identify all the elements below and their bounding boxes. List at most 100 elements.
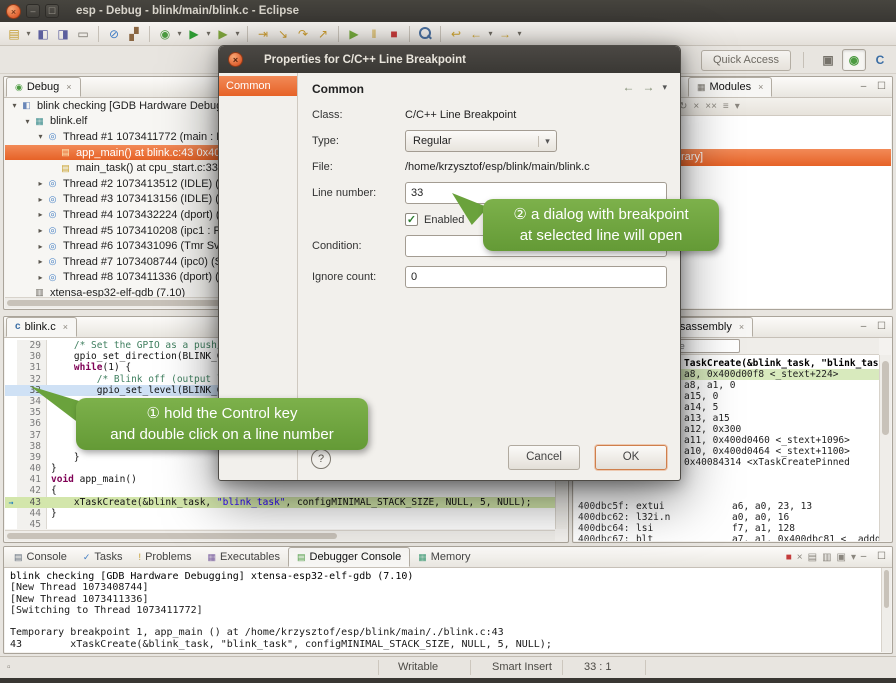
print-icon[interactable]: ▭ [73, 24, 93, 44]
line-number[interactable]: 41 [17, 474, 47, 485]
dropdown-arrow-icon[interactable]: ▾ [233, 29, 242, 38]
scrollbar-thumb[interactable] [882, 361, 889, 435]
minimize-view-icon[interactable]: – [856, 550, 871, 565]
save-all-icon[interactable]: ◨ [53, 24, 73, 44]
close-tab-icon[interactable]: × [758, 82, 763, 92]
debug-icon[interactable]: ◉ [155, 24, 175, 44]
scroll-lock-icon[interactable]: ▥ [822, 550, 831, 565]
step-return-icon[interactable]: ↗ [313, 24, 333, 44]
dropdown-arrow-icon[interactable]: ▾ [486, 29, 495, 38]
suspend-icon[interactable]: ‖ [364, 24, 384, 44]
build-icon[interactable]: ▞ [124, 24, 144, 44]
line-number[interactable]: 45 [17, 519, 47, 529]
cpp-perspective-icon[interactable]: C [868, 49, 892, 71]
window-close-icon[interactable]: × [6, 4, 21, 19]
tree-expander-icon[interactable]: ▸ [35, 210, 46, 219]
remove-all-icon[interactable]: ×× [705, 101, 717, 112]
cancel-button[interactable]: Cancel [508, 445, 580, 470]
terminate-icon[interactable]: ■ [384, 24, 404, 44]
terminate-icon[interactable]: ■ [786, 550, 792, 565]
back-icon[interactable]: ← [466, 24, 486, 44]
type-select[interactable]: Regular ▾ [405, 130, 557, 152]
line-number[interactable]: 42 [17, 485, 47, 496]
line-number[interactable]: 43 [17, 497, 47, 508]
line-number[interactable]: 30 [17, 351, 47, 362]
tree-expander-icon[interactable]: ▸ [35, 242, 46, 251]
checkbox-checked-icon[interactable]: ✓ [405, 213, 418, 226]
sidebar-item-common[interactable]: Common [219, 76, 297, 96]
external-tools-icon[interactable]: ▶ [213, 24, 233, 44]
close-tab-icon[interactable]: × [739, 322, 744, 332]
layout-icon[interactable]: ≡ [723, 101, 729, 112]
open-perspective-icon[interactable]: ▣ [816, 49, 840, 71]
tree-expander-icon[interactable]: ▸ [35, 257, 46, 266]
tab-debugger-console[interactable]: ▤Debugger Console [288, 547, 410, 567]
tree-expander-icon[interactable]: ▸ [35, 179, 46, 188]
remove-icon[interactable]: × [693, 101, 699, 112]
tab-executables[interactable]: ▦Executables [200, 547, 288, 567]
window-maximize-icon[interactable]: ☐ [45, 4, 59, 18]
view-menu-icon[interactable]: ▾ [735, 101, 740, 112]
view-menu-icon[interactable]: ▾ [662, 82, 667, 93]
back-icon[interactable]: ← [622, 80, 634, 94]
help-button[interactable]: ? [311, 449, 331, 469]
pin-console-icon[interactable]: ▣ [837, 550, 846, 565]
line-number[interactable]: 38 [17, 441, 47, 452]
dialog-close-icon[interactable]: × [228, 52, 243, 67]
tree-expander-icon[interactable]: ▾ [9, 101, 20, 110]
maximize-view-icon[interactable]: ☐ [874, 550, 889, 565]
close-tab-icon[interactable]: × [63, 322, 68, 332]
editor-horizontal-scrollbar[interactable] [5, 530, 555, 541]
run-icon[interactable]: ▶ [184, 24, 204, 44]
line-number[interactable]: 36 [17, 418, 47, 429]
window-minimize-icon[interactable]: – [26, 4, 40, 18]
search-icon[interactable] [415, 24, 435, 44]
console-vertical-scrollbar[interactable] [881, 568, 891, 652]
tree-expander-icon[interactable]: ▾ [35, 132, 46, 141]
line-number[interactable]: 32 [17, 374, 47, 385]
tree-expander-icon[interactable]: ▸ [35, 195, 46, 204]
line-number[interactable]: 37 [17, 430, 47, 441]
line-number[interactable]: 44 [17, 508, 47, 519]
forward-icon[interactable]: → [495, 24, 515, 44]
line-number[interactable]: 29 [17, 340, 47, 351]
module-row-selected[interactable]: rary] [673, 149, 891, 166]
close-tab-icon[interactable]: × [66, 82, 71, 92]
save-icon[interactable]: ◧ [33, 24, 53, 44]
tree-expander-icon[interactable]: ▸ [35, 273, 46, 282]
tree-expander-icon[interactable]: ▸ [35, 226, 46, 235]
scrollbar-thumb[interactable] [7, 533, 337, 539]
clear-console-icon[interactable]: ▤ [808, 550, 817, 565]
new-wizard-icon[interactable]: ▤ [4, 24, 24, 44]
scrollbar-thumb[interactable] [884, 570, 889, 608]
tab-problems[interactable]: !Problems [131, 547, 200, 567]
step-over-icon[interactable]: ↷ [293, 24, 313, 44]
line-number[interactable]: 34 [17, 396, 47, 407]
forward-icon[interactable]: → [642, 80, 654, 94]
line-number[interactable]: 40 [17, 463, 47, 474]
dropdown-arrow-icon[interactable]: ▾ [175, 29, 184, 38]
resume-icon[interactable]: ▶ [344, 24, 364, 44]
dropdown-arrow-icon[interactable]: ▾ [515, 29, 524, 38]
step-into-icon[interactable]: ↘ [273, 24, 293, 44]
ignore-count-input[interactable] [405, 266, 667, 288]
tab-debug[interactable]: ◉ Debug × [6, 77, 81, 97]
line-number[interactable]: 31 [17, 362, 47, 373]
line-number[interactable]: 35 [17, 407, 47, 418]
maximize-view-icon[interactable]: ☐ [874, 320, 889, 335]
minimize-view-icon[interactable]: – [856, 80, 871, 95]
last-edit-location-icon[interactable]: ↩ [446, 24, 466, 44]
tab-tasks[interactable]: ✓Tasks [75, 547, 131, 567]
maximize-view-icon[interactable]: ☐ [874, 80, 889, 95]
dropdown-arrow-icon[interactable]: ▾ [24, 29, 33, 38]
debug-perspective-icon[interactable]: ◉ [842, 49, 866, 71]
tab-memory[interactable]: ▦Memory [410, 547, 478, 567]
skip-breakpoints-icon[interactable]: ⊘ [104, 24, 124, 44]
dropdown-arrow-icon[interactable]: ▾ [204, 29, 213, 38]
ok-button[interactable]: OK [595, 445, 667, 470]
tab-blink-c[interactable]: c blink.c × [6, 317, 77, 337]
tab-modules[interactable]: ▦ Modules × [688, 77, 772, 97]
line-number[interactable]: 39 [17, 452, 47, 463]
step-filters-icon[interactable]: ⇥ [253, 24, 273, 44]
quick-access-button[interactable]: Quick Access [701, 50, 791, 71]
